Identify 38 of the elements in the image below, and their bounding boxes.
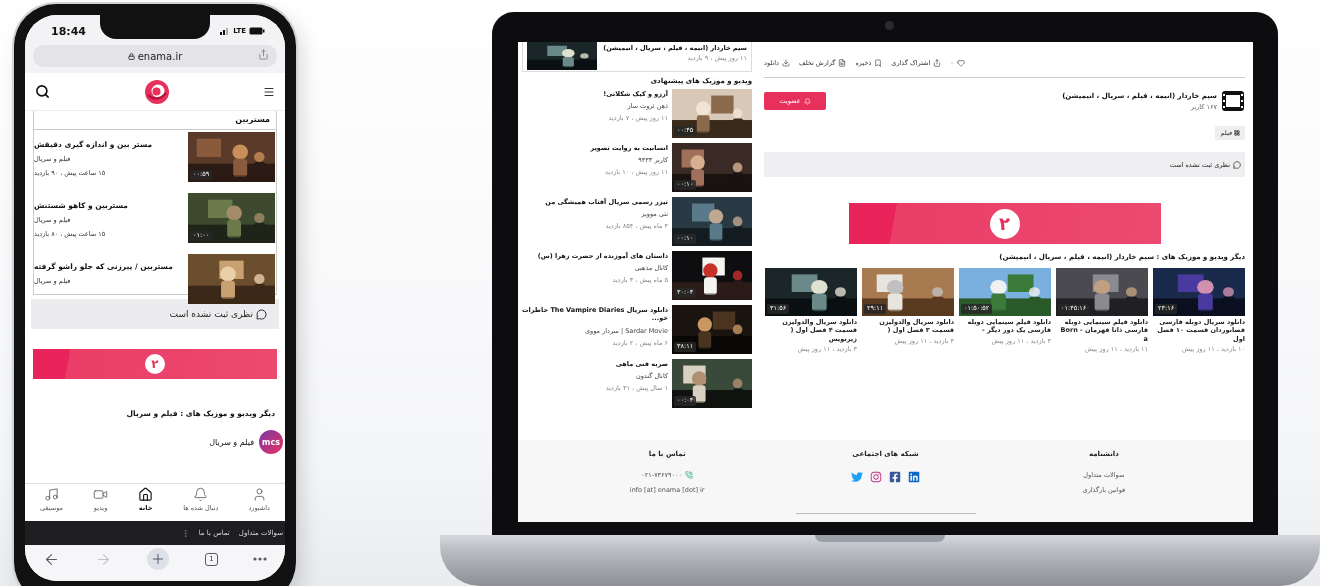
more-button[interactable] (253, 557, 268, 561)
share-icon (933, 59, 942, 67)
url-text: enama.ir (137, 50, 183, 62)
linkedin-icon[interactable] (908, 471, 920, 483)
signal-icon (220, 27, 231, 35)
video-icon (93, 487, 109, 502)
music-icon (44, 487, 59, 502)
bell-icon (193, 487, 209, 502)
page-number[interactable]: ۲ (145, 354, 165, 374)
search-icon[interactable] (35, 84, 50, 99)
twitter-icon[interactable] (851, 471, 863, 483)
logo-icon[interactable] (143, 78, 170, 105)
user-icon (251, 487, 267, 502)
report-icon (838, 59, 847, 67)
status-time: 18:44 (51, 24, 86, 38)
download-icon (781, 59, 790, 67)
comment-icon (1233, 160, 1241, 169)
page-number[interactable]: ۲ (989, 208, 1020, 239)
channel-name[interactable]: فیلم و سریال (209, 437, 254, 447)
address-bar[interactable]: enama.ir (33, 45, 277, 67)
phone-icon (685, 471, 694, 479)
instagram-icon[interactable] (870, 471, 882, 483)
more-icon (253, 557, 268, 561)
no-comments-text: نظری ثبت نشده است (169, 309, 253, 319)
battery-icon (249, 27, 265, 35)
film-icon[interactable] (1221, 90, 1245, 112)
section-title: مستربین (34, 111, 276, 130)
facebook-icon[interactable] (889, 471, 901, 483)
save-icon (874, 59, 883, 67)
grid-icon (1234, 130, 1240, 136)
lock-icon (127, 52, 135, 60)
like-icon (956, 59, 965, 67)
comment-icon (256, 308, 267, 320)
channel-logo[interactable]: mcs (259, 430, 283, 454)
menu-icon[interactable] (263, 85, 275, 98)
bell-icon (803, 97, 811, 105)
camera-dot (885, 21, 894, 30)
home-icon (138, 487, 154, 502)
